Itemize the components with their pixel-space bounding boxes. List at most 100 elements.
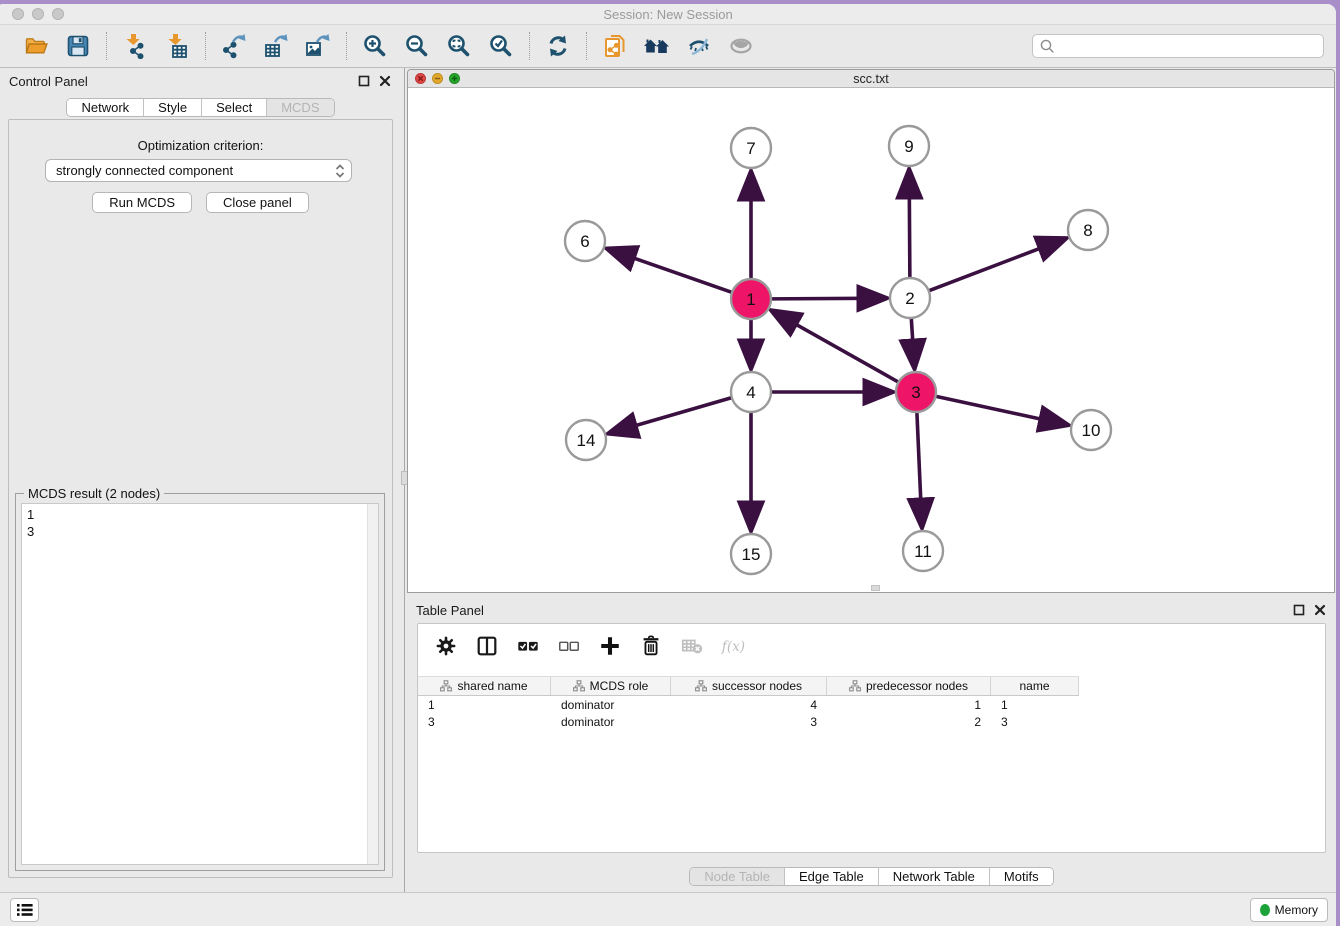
control-panel-header: Control Panel	[0, 68, 401, 94]
table-options-icon[interactable]	[434, 633, 458, 659]
graph-node-3[interactable]: 3	[896, 372, 936, 412]
column-header-predecessor-nodes[interactable]: predecessor nodes	[827, 677, 991, 695]
tab-mcds[interactable]: MCDS	[267, 99, 333, 116]
delete-table-icon	[680, 633, 704, 659]
tab-select[interactable]: Select	[202, 99, 267, 116]
column-header-name[interactable]: name	[991, 677, 1079, 695]
export-image-icon[interactable]	[304, 32, 332, 60]
float-panel-icon[interactable]	[358, 75, 370, 87]
close-panel-icon[interactable]	[1314, 604, 1326, 616]
edge-2-8[interactable]	[929, 238, 1067, 291]
graph-node-14[interactable]: 14	[566, 420, 606, 460]
refresh-icon[interactable]	[544, 32, 572, 60]
zoom-out-icon[interactable]	[403, 32, 431, 60]
select-stepper-icon	[333, 162, 347, 180]
first-neighbors-icon[interactable]	[643, 32, 671, 60]
graph-node-9[interactable]: 9	[889, 126, 929, 166]
edge-1-2[interactable]	[771, 298, 887, 299]
graph-node-8[interactable]: 8	[1068, 210, 1108, 250]
edge-2-9[interactable]	[909, 169, 910, 278]
toggle-panes-icon[interactable]	[475, 633, 499, 659]
zoom-in-icon[interactable]	[361, 32, 389, 60]
column-type-icon	[849, 680, 861, 692]
run-mcds-button[interactable]: Run MCDS	[92, 192, 192, 213]
deselect-all-icon[interactable]	[557, 633, 581, 659]
node-table-container: f(x) shared nameMCDS rolesuccessor nodes…	[417, 623, 1326, 853]
save-session-icon[interactable]	[64, 32, 92, 60]
edge-2-3[interactable]	[911, 318, 914, 369]
search-input[interactable]	[1055, 39, 1317, 53]
import-table-icon[interactable]	[163, 32, 191, 60]
graph-node-7[interactable]: 7	[731, 128, 771, 168]
memory-label: Memory	[1275, 903, 1318, 917]
delete-column-icon[interactable]	[639, 633, 663, 659]
optimization-criterion-select[interactable]: strongly connected component	[45, 159, 352, 182]
graph-node-15[interactable]: 15	[731, 534, 771, 574]
graph-node-2[interactable]: 2	[890, 278, 930, 318]
edge-3-1[interactable]	[771, 310, 899, 382]
select-all-icon[interactable]	[516, 633, 540, 659]
column-header-shared-name[interactable]: shared name	[418, 677, 551, 695]
table-toolbar: f(x)	[418, 624, 1325, 668]
edge-3-10[interactable]	[936, 396, 1069, 425]
open-session-icon[interactable]	[22, 32, 50, 60]
import-network-icon[interactable]	[121, 32, 149, 60]
table-row[interactable]: 3dominator323	[418, 713, 1079, 730]
svg-text:8: 8	[1083, 221, 1092, 240]
table-cell[interactable]: 2	[827, 715, 991, 729]
network-resize-grip[interactable]	[871, 585, 880, 591]
graph-node-6[interactable]: 6	[565, 221, 605, 261]
zoom-fit-icon[interactable]	[445, 32, 473, 60]
tab-network[interactable]: Network	[67, 99, 144, 116]
optimization-criterion-value: strongly connected component	[56, 163, 233, 178]
graph-node-4[interactable]: 4	[731, 372, 771, 412]
hide-selected-icon[interactable]	[685, 32, 713, 60]
graph-node-1[interactable]: 1	[731, 279, 771, 319]
column-header-MCDS-role[interactable]: MCDS role	[551, 677, 671, 695]
edge-3-11[interactable]	[917, 412, 922, 528]
table-cell[interactable]: 1	[418, 698, 551, 712]
close-panel-button[interactable]: Close panel	[206, 192, 309, 213]
table-cell[interactable]: 1	[991, 698, 1079, 712]
close-panel-icon[interactable]	[379, 75, 391, 87]
table-cell[interactable]: dominator	[551, 698, 671, 712]
duplicate-network-icon[interactable]	[601, 32, 629, 60]
table-cell[interactable]: dominator	[551, 715, 671, 729]
export-table-icon[interactable]	[262, 32, 290, 60]
svg-text:14: 14	[577, 431, 596, 450]
memory-button[interactable]: Memory	[1250, 898, 1328, 922]
tab-node-table[interactable]: Node Table	[690, 868, 785, 885]
export-network-icon[interactable]	[220, 32, 248, 60]
mcds-result-area[interactable]: 1 3	[21, 503, 379, 865]
svg-text:9: 9	[904, 137, 913, 156]
tab-motifs[interactable]: Motifs	[990, 868, 1053, 885]
edge-1-6[interactable]	[607, 249, 732, 293]
table-header-row: shared nameMCDS rolesuccessor nodesprede…	[418, 676, 1079, 696]
show-all-icon	[727, 32, 755, 60]
tab-network-table[interactable]: Network Table	[879, 868, 990, 885]
task-history-button[interactable]	[10, 898, 39, 922]
table-cell[interactable]: 1	[827, 698, 991, 712]
graph-node-11[interactable]: 11	[903, 531, 943, 571]
edge-4-14[interactable]	[608, 398, 732, 434]
graph-node-10[interactable]: 10	[1071, 410, 1111, 450]
table-cell[interactable]: 4	[671, 698, 827, 712]
network-view-window: scc.txt 7 9 6 8 1 2 4 3 14 10 15 11	[407, 69, 1335, 593]
table-cell[interactable]: 3	[991, 715, 1079, 729]
table-row[interactable]: 1dominator411	[418, 696, 1079, 713]
network-window-titlebar: scc.txt	[408, 70, 1334, 88]
optimization-criterion-label: Optimization criterion:	[9, 138, 392, 153]
float-panel-icon[interactable]	[1293, 604, 1305, 616]
network-canvas[interactable]: 7 9 6 8 1 2 4 3 14 10 15 11	[408, 88, 1334, 592]
zoom-selected-icon[interactable]	[487, 32, 515, 60]
search-box[interactable]	[1032, 34, 1324, 58]
table-cell[interactable]: 3	[418, 715, 551, 729]
create-column-icon[interactable]	[598, 633, 622, 659]
table-cell[interactable]: 3	[671, 715, 827, 729]
column-header-successor-nodes[interactable]: successor nodes	[671, 677, 827, 695]
svg-text:f(x): f(x)	[721, 639, 745, 655]
tab-edge-table[interactable]: Edge Table	[785, 868, 879, 885]
tab-style[interactable]: Style	[144, 99, 202, 116]
result-scrollbar[interactable]	[367, 504, 378, 864]
column-type-icon	[573, 680, 585, 692]
